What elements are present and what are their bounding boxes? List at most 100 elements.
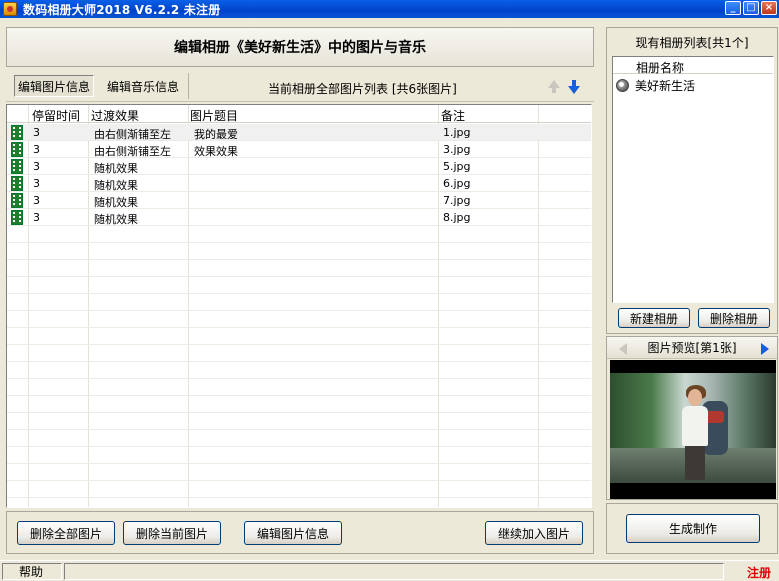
person-legs-shape [685,446,705,480]
header-transition[interactable]: 过渡效果 [91,107,139,124]
cell-duration: 3 [33,194,40,207]
table-row-empty [7,396,591,413]
generate-button[interactable]: 生成制作 [626,514,760,543]
film-icon [11,193,23,208]
list-item[interactable]: 美好新生活 [616,77,695,94]
title-bar: 数码相册大师2018 V6.2.2 未注册 _ □ × [0,0,779,18]
table-row-empty [7,362,591,379]
album-name: 美好新生活 [635,79,696,93]
table-row[interactable]: 3 随机效果 5.jpg [7,158,591,175]
table-row-empty [7,226,591,243]
cell-note: 1.jpg [443,126,471,139]
album-name-column[interactable]: 相册名称 [636,59,684,76]
image-list-title: 当前相册全部图片列表 [共6张图片] [268,82,457,96]
cell-transition: 随机效果 [94,196,138,209]
table-row-empty [7,277,591,294]
delete-album-button[interactable]: 删除相册 [698,308,770,328]
image-grid[interactable]: 停留时间 过渡效果 图片题目 备注 3 由右侧渐铺至左 我的最爱 1.jpg 3… [6,104,592,508]
table-row[interactable]: 3 由右侧渐铺至左 效果效果 3.jpg [7,141,591,158]
status-message [64,563,724,580]
person-head-shape [688,389,702,406]
album-list-header: 相册名称 [613,57,773,76]
move-down-icon[interactable] [568,80,580,94]
disc-icon [616,79,629,92]
film-icon [11,159,23,174]
table-row-empty [7,430,591,447]
cell-duration: 3 [33,211,40,224]
tab-bar: 编辑图片信息 编辑音乐信息 当前相册全部图片列表 [共6张图片] [6,70,594,102]
cell-duration: 3 [33,160,40,173]
grid-header: 停留时间 过渡效果 图片题目 备注 [7,105,591,124]
film-icon [11,176,23,191]
cell-duration: 3 [33,177,40,190]
header-note[interactable]: 备注 [441,107,465,124]
tab-edit-music-info[interactable]: 编辑音乐信息 [104,75,182,97]
header-duration[interactable]: 停留时间 [32,107,80,124]
preview-title: 图片预览[第1张] [647,341,737,355]
table-row-empty [7,464,591,481]
cell-note: 7.jpg [443,194,471,207]
maximize-button[interactable]: □ [743,1,759,15]
table-row-empty [7,481,591,498]
app-icon [3,2,17,16]
new-album-button[interactable]: 新建相册 [618,308,690,328]
cell-transition: 由右侧渐铺至左 [94,145,171,158]
status-bar: 帮助 注册 [0,560,779,581]
table-row-empty [7,328,591,345]
cell-note: 3.jpg [443,143,471,156]
move-up-icon[interactable] [548,80,560,93]
cell-title: 效果效果 [194,145,238,158]
table-row-empty [7,413,591,430]
image-preview-panel: 图片预览[第1张] [606,336,778,500]
cell-note: 8.jpg [443,211,471,224]
previous-image-icon[interactable] [619,343,627,355]
generate-panel: 生成制作 [606,503,778,554]
window-controls: _ □ × [725,1,777,15]
table-row-empty [7,294,591,311]
cell-transition: 随机效果 [94,213,138,226]
film-icon [11,125,23,140]
table-row-empty [7,243,591,260]
cell-note: 6.jpg [443,177,471,190]
window-title: 数码相册大师2018 V6.2.2 未注册 [23,2,221,17]
preview-header: 图片预览[第1张] [607,337,777,359]
table-row[interactable]: 3 随机效果 7.jpg [7,192,591,209]
table-row-empty [7,311,591,328]
cell-duration: 3 [33,143,40,156]
person-body-shape [682,406,708,446]
film-icon [11,142,23,157]
table-row-empty [7,260,591,277]
cell-title: 我的最爱 [194,128,238,141]
register-link[interactable]: 注册 [747,564,771,581]
header-image-title[interactable]: 图片题目 [190,107,238,124]
table-row-empty [7,345,591,362]
delete-all-images-button[interactable]: 删除全部图片 [17,521,115,545]
edit-image-info-button[interactable]: 编辑图片信息 [244,521,342,545]
table-row[interactable]: 3 随机效果 6.jpg [7,175,591,192]
bottom-button-bar: 删除全部图片 删除当前图片 编辑图片信息 继续加入图片 [6,511,594,554]
album-list[interactable]: 相册名称 美好新生活 [612,56,774,303]
page-title: 编辑相册《美好新生活》中的图片与音乐 [6,27,594,67]
table-row-empty [7,447,591,464]
preview-photo [610,373,776,483]
tab-edit-image-info[interactable]: 编辑图片信息 [14,75,95,97]
continue-add-images-button[interactable]: 继续加入图片 [485,521,583,545]
table-row[interactable]: 3 随机效果 8.jpg [7,209,591,226]
table-row[interactable]: 3 由右侧渐铺至左 我的最爱 1.jpg [7,124,591,141]
cell-duration: 3 [33,126,40,139]
album-list-title: 现有相册列表[共1个] [635,36,749,50]
cell-transition: 由右侧渐铺至左 [94,128,171,141]
delete-current-image-button[interactable]: 删除当前图片 [123,521,221,545]
cell-transition: 随机效果 [94,179,138,192]
minimize-button[interactable]: _ [725,1,741,15]
preview-image [610,360,776,499]
film-icon [11,210,23,225]
cell-note: 5.jpg [443,160,471,173]
table-row-empty [7,379,591,396]
next-image-icon[interactable] [761,343,769,355]
close-button[interactable]: × [761,1,777,15]
album-list-panel: 现有相册列表[共1个] 相册名称 美好新生活 新建相册 删除相册 [606,27,778,334]
tab-divider [188,73,189,99]
cell-transition: 随机效果 [94,162,138,175]
help-link[interactable]: 帮助 [2,563,62,580]
